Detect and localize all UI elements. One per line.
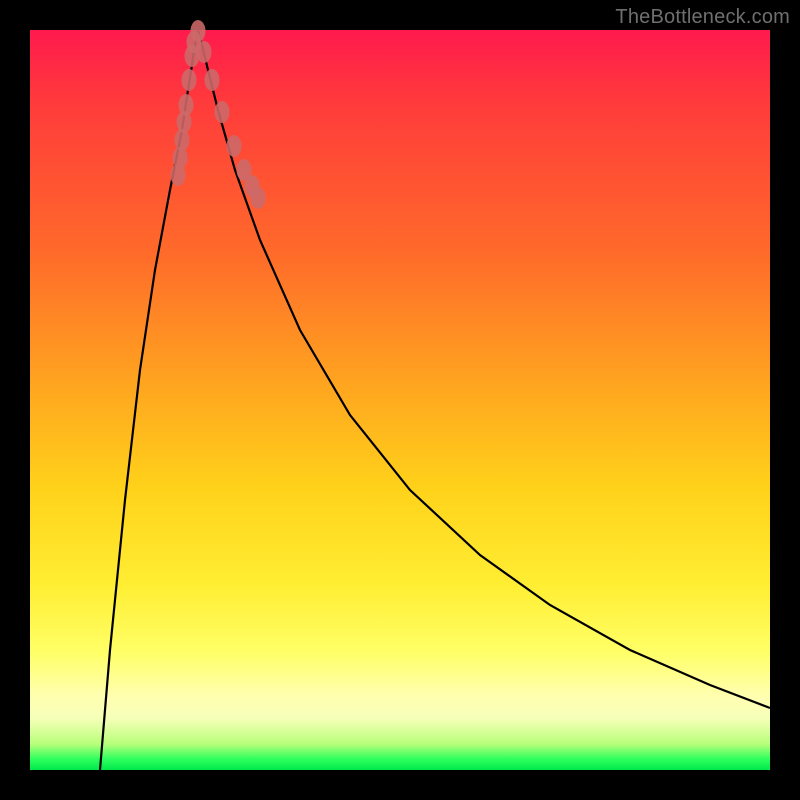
series-right-curve (198, 31, 770, 708)
curves-svg (30, 30, 770, 770)
marker-dot (227, 135, 242, 157)
marker-dot (197, 41, 212, 63)
marker-dot (182, 69, 197, 91)
right-dots-group (191, 20, 266, 209)
marker-dot (191, 20, 206, 42)
marker-dot (251, 187, 266, 209)
right-curve-path (198, 31, 770, 708)
chart-frame: TheBottleneck.com (0, 0, 800, 800)
marker-dot (215, 101, 230, 123)
marker-dot (205, 69, 220, 91)
watermark-text: TheBottleneck.com (615, 6, 790, 29)
plot-area (30, 30, 770, 770)
marker-dot (179, 94, 194, 116)
